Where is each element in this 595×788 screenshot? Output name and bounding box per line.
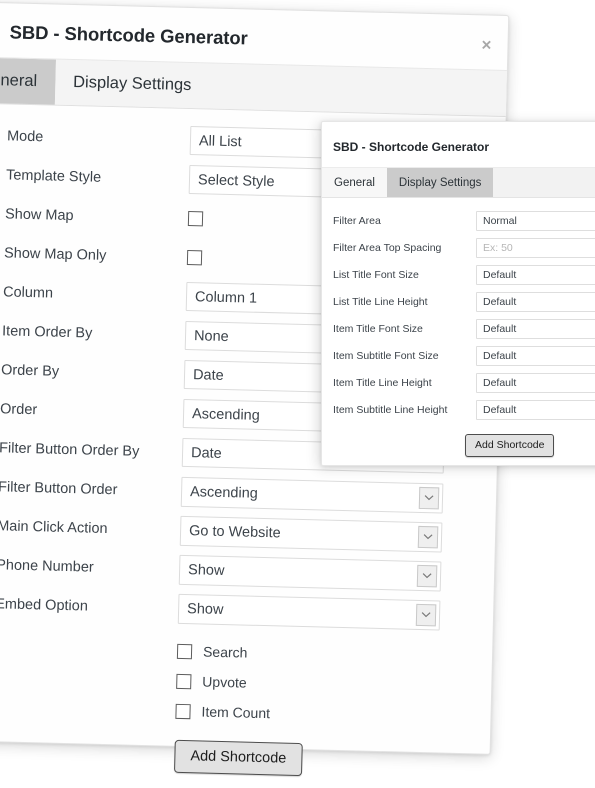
field-label-filter-area-top-spacing: Filter Area Top Spacing (333, 241, 442, 254)
item-count-checkbox[interactable] (175, 703, 191, 719)
upvote-checkbox-label: Upvote (202, 673, 247, 691)
field-label-list-title-line-height: List Title Line Height (333, 295, 428, 308)
field-row-list-title-font-size: List Title Font Size Default (322, 261, 595, 288)
item-count-checkbox-label: Item Count (201, 703, 271, 722)
chevron-down-icon (417, 525, 439, 548)
main-click-action-select[interactable]: Go to Website (179, 515, 443, 553)
search-checkbox-label: Search (202, 643, 248, 661)
secondary-tab-bar: General Display Settings (322, 168, 595, 198)
list-title-font-size-input[interactable]: Default (476, 264, 595, 285)
field-label-list-title-font-size: List Title Font Size (333, 268, 419, 281)
close-icon[interactable]: × (481, 35, 491, 54)
secondary-dialog-header: SBD - Shortcode Generator (322, 122, 595, 168)
chevron-down-icon (416, 564, 438, 587)
field-row-item-subtitle-line-height: Item Subtitle Line Height Default (322, 396, 595, 423)
secondary-tab-general[interactable]: General (322, 168, 387, 197)
secondary-submit-row: Add Shortcode (322, 434, 595, 457)
filter-button-order-value: Ascending (189, 483, 259, 502)
field-row-list-title-line-height: List Title Line Height Default (322, 288, 595, 315)
shortcode-generator-dialog-secondary: SBD - Shortcode Generator General Displa… (321, 121, 595, 466)
field-label-item-subtitle-font-size: Item Subtitle Font Size (333, 349, 439, 362)
filter-button-order-select[interactable]: Ascending (180, 476, 444, 514)
field-row-filter-area: Filter Area Normal (322, 207, 595, 234)
upvote-checkbox[interactable] (176, 673, 192, 689)
item-title-line-height-input[interactable]: Default (476, 372, 595, 393)
field-label-show-map: Show Map (4, 205, 74, 224)
secondary-tab-bar-filler (493, 168, 595, 197)
field-label-show-map-only: Show Map Only (3, 244, 107, 264)
main-click-action-value: Go to Website (188, 522, 281, 541)
field-label-embed-option: Embed Option (0, 595, 89, 615)
field-control-main-click-action: Go to Website (179, 515, 496, 553)
phone-number-value: Show (187, 561, 225, 579)
chevron-down-icon (415, 603, 437, 626)
submit-row: Add Shortcode (0, 734, 490, 781)
phone-number-select[interactable]: Show (178, 554, 442, 592)
field-label-order: Order (0, 400, 38, 418)
filter-area-top-spacing-input[interactable]: Ex: 50 (476, 237, 595, 258)
secondary-tab-display-settings[interactable]: Display Settings (386, 168, 494, 197)
show-map-checkbox[interactable] (187, 210, 204, 227)
secondary-dialog-title: SBD - Shortcode Generator (333, 140, 490, 154)
item-title-font-size-input[interactable]: Default (476, 318, 595, 339)
field-label-order-by: Order By (0, 361, 60, 380)
field-label-filter-area: Filter Area (333, 214, 381, 227)
field-label-filter-button-order: Filter Button Order (0, 478, 118, 498)
tab-bar-filler (208, 63, 507, 116)
filter-area-input[interactable]: Normal (476, 210, 595, 231)
field-label-filter-button-order-by: Filter Button Order By (0, 439, 140, 460)
field-label-item-subtitle-line-height: Item Subtitle Line Height (333, 403, 448, 416)
field-label-item-title-line-height: Item Title Line Height (333, 376, 432, 389)
list-title-line-height-input[interactable]: Default (476, 291, 595, 312)
field-label-item-title-font-size: Item Title Font Size (333, 322, 423, 335)
dialog-title: SBD - Shortcode Generator (9, 21, 248, 49)
field-row-item-title-font-size: Item Title Font Size Default (322, 315, 595, 342)
field-row-item-title-line-height: Item Title Line Height Default (322, 369, 595, 396)
field-row-filter-area-top-spacing: Filter Area Top Spacing Ex: 50 (322, 234, 595, 261)
field-label-item-order-by: Item Order By (1, 322, 93, 342)
field-row-item-subtitle-font-size: Item Subtitle Font Size Default (322, 342, 595, 369)
tab-display-settings[interactable]: Display Settings (54, 59, 210, 109)
screen-stage: SBD - Shortcode Generator × General Disp… (0, 0, 595, 788)
secondary-add-shortcode-button[interactable]: Add Shortcode (465, 434, 555, 457)
secondary-dialog-body: Filter Area Normal Filter Area Top Spaci… (322, 198, 595, 457)
field-label-main-click-action: Main Click Action (0, 517, 108, 537)
field-label-column: Column (2, 283, 54, 302)
field-control-filter-button-order: Ascending (180, 476, 497, 514)
add-shortcode-button[interactable]: Add Shortcode (173, 739, 303, 777)
show-map-only-checkbox[interactable] (186, 249, 203, 266)
embed-option-value: Show (186, 600, 224, 618)
search-checkbox[interactable] (176, 643, 193, 659)
field-label-mode: Mode (6, 127, 44, 145)
item-subtitle-line-height-input[interactable]: Default (476, 399, 595, 420)
item-subtitle-font-size-input[interactable]: Default (476, 345, 595, 366)
field-control-embed-option: Show (177, 593, 494, 631)
tab-general[interactable]: General (0, 57, 56, 105)
field-control-phone-number: Show (178, 554, 495, 592)
field-label-template-style: Template Style (5, 166, 102, 186)
field-label-phone-number: Phone Number (0, 556, 94, 576)
embed-option-select[interactable]: Show (177, 593, 441, 630)
chevron-down-icon (418, 486, 440, 509)
